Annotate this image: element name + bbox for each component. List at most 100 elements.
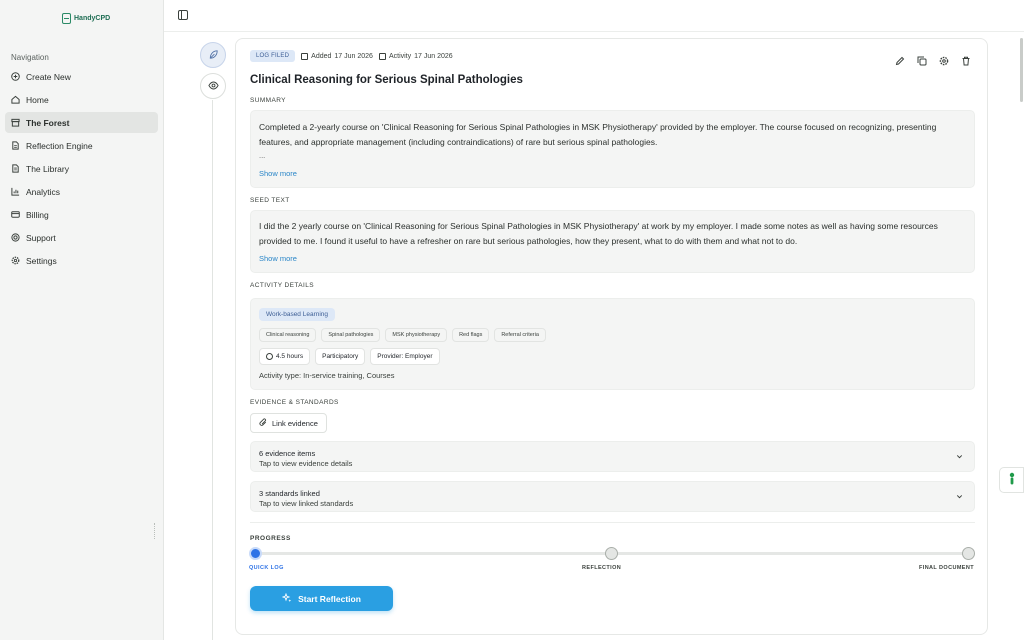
added-label: Added — [311, 52, 332, 60]
tag-list: Clinical reasoning Spinal pathologies MS… — [259, 328, 546, 342]
standards-hint: Tap to view linked standards — [259, 499, 354, 508]
sidebar-item-label: Support — [26, 232, 56, 243]
timeline-node-view[interactable] — [200, 73, 226, 99]
clock-icon — [266, 353, 273, 360]
evidence-label: EVIDENCE & STANDARDS — [250, 399, 339, 406]
seed-show-more-link[interactable]: Show more — [259, 254, 297, 263]
sidebar-item-create-new[interactable]: Create New — [5, 66, 158, 87]
provider-chip: Provider: Employer — [370, 348, 440, 365]
activity-type: Activity type: In-service training, Cour… — [259, 371, 395, 380]
nav-section-title: Navigation — [11, 53, 49, 62]
sidebar-item-support[interactable]: Support — [5, 227, 158, 248]
hours-value: 4.5 hours — [276, 353, 304, 360]
hours-chip: 4.5 hours — [259, 348, 311, 365]
logo-icon — [62, 13, 71, 24]
evidence-count: 6 evidence items — [259, 449, 316, 458]
divider — [250, 522, 975, 523]
gear-icon — [11, 256, 20, 265]
summary-show-more-link[interactable]: Show more — [259, 169, 297, 178]
activity-value: 17 Jun 2026 — [414, 52, 453, 60]
progress-step-quick-log-dot — [249, 547, 262, 560]
sidebar-resize-handle[interactable] — [154, 523, 156, 539]
activity-chips: 4.5 hours Participatory Provider: Employ… — [259, 348, 440, 365]
link-evidence-label: Link evidence — [272, 418, 318, 428]
summary-text: Completed a 2-yearly course on 'Clinical… — [259, 122, 937, 147]
sidebar-item-label: Reflection Engine — [26, 140, 93, 151]
sidebar-item-the-forest[interactable]: The Forest — [5, 112, 158, 133]
sidebar-item-label: Home — [26, 94, 49, 105]
sparkle-icon — [281, 592, 292, 605]
trash-icon[interactable] — [960, 55, 971, 66]
logo-text: HandyCPD — [74, 15, 111, 22]
sidebar-item-home[interactable]: Home — [5, 89, 158, 110]
sidebar-item-billing[interactable]: Billing — [5, 204, 158, 225]
sidebar-item-reflection-engine[interactable]: Reflection Engine — [5, 135, 158, 156]
sidebar-item-label: The Forest — [26, 117, 70, 128]
accessibility-widget[interactable] — [999, 467, 1024, 493]
sidebar-item-analytics[interactable]: Analytics — [5, 181, 158, 202]
tag: MSK physiotherapy — [385, 328, 448, 342]
standards-accordion[interactable]: 3 standards linked Tap to view linked st… — [250, 481, 975, 512]
eye-icon — [207, 80, 219, 93]
standards-count: 3 standards linked — [259, 489, 320, 498]
edit-icon[interactable] — [894, 55, 905, 66]
cpd-entry-card: LOG FILED Added 17 Jun 2026 Activity 17 … — [235, 38, 988, 635]
evidence-accordion[interactable]: 6 evidence items Tap to view evidence de… — [250, 441, 975, 472]
plus-circle-icon — [11, 72, 20, 81]
sidebar-item-label: Create New — [26, 71, 71, 82]
link-evidence-button[interactable]: Link evidence — [250, 413, 327, 433]
sidebar-item-settings[interactable]: Settings — [5, 250, 158, 271]
entry-meta: LOG FILED Added 17 Jun 2026 Activity 17 … — [250, 50, 453, 62]
summary-label: SUMMARY — [250, 97, 286, 104]
seed-text-panel: I did the 2 yearly course on 'Clinical R… — [250, 210, 975, 273]
copy-icon[interactable] — [916, 55, 927, 66]
tag: Clinical reasoning — [259, 328, 317, 342]
timeline-line — [212, 100, 213, 640]
leaf-icon — [208, 49, 219, 62]
added-value: 17 Jun 2026 — [334, 52, 373, 60]
settings-icon[interactable] — [938, 55, 949, 66]
chart-icon — [11, 187, 20, 196]
activity-date: Activity 17 Jun 2026 — [378, 52, 453, 60]
sidebar-nav: Create New Home The Forest Reflection En… — [5, 66, 158, 273]
sidebar-item-label: The Library — [26, 163, 69, 174]
chevron-down-icon — [955, 452, 964, 461]
progress-step-quick-log-label: QUICK LOG — [249, 565, 284, 571]
app-logo[interactable]: HandyCPD — [62, 13, 110, 24]
sidebar: HandyCPD Navigation Create New Home The … — [0, 0, 164, 640]
credit-card-icon — [11, 210, 20, 219]
summary-panel: Completed a 2-yearly course on 'Clinical… — [250, 110, 975, 188]
summary-ellipsis: ... — [259, 151, 266, 160]
timeline-node-log[interactable] — [200, 42, 226, 68]
lifebuoy-icon — [11, 233, 20, 242]
progress-label: PROGRESS — [250, 535, 291, 542]
sidebar-item-the-library[interactable]: The Library — [5, 158, 158, 179]
start-reflection-button[interactable]: Start Reflection — [250, 586, 393, 611]
activity-label: Activity — [388, 52, 412, 60]
entry-title: Clinical Reasoning for Serious Spinal Pa… — [250, 74, 523, 86]
chevron-down-icon — [955, 492, 964, 501]
progress-step-reflection-label: REFLECTION — [582, 565, 622, 571]
sidebar-item-label: Billing — [26, 209, 49, 220]
sidebar-item-label: Analytics — [26, 186, 61, 197]
home-icon — [11, 95, 20, 104]
mode-chip: Participatory — [315, 348, 366, 365]
page-scrollbar[interactable] — [1020, 38, 1023, 102]
progress-step-final-document-label: FINAL DOCUMENT — [919, 565, 974, 571]
calendar-icon — [301, 52, 309, 60]
added-date: Added 17 Jun 2026 — [301, 52, 373, 60]
accessibility-icon — [1007, 472, 1017, 488]
category-pill: Work-based Learning — [259, 308, 336, 321]
progress-step-reflection-dot — [605, 547, 618, 560]
tag: Referral criteria — [494, 328, 546, 342]
entry-actions — [894, 55, 971, 66]
tag: Spinal pathologies — [321, 328, 381, 342]
forest-icon — [11, 118, 20, 127]
sidebar-item-label: Settings — [26, 255, 57, 266]
start-reflection-label: Start Reflection — [298, 593, 361, 604]
sidebar-toggle-icon[interactable] — [178, 10, 188, 20]
progress-step-final-document-dot — [962, 547, 975, 560]
document-icon — [11, 141, 20, 150]
library-icon — [11, 164, 20, 173]
tag: Red flags — [452, 328, 490, 342]
